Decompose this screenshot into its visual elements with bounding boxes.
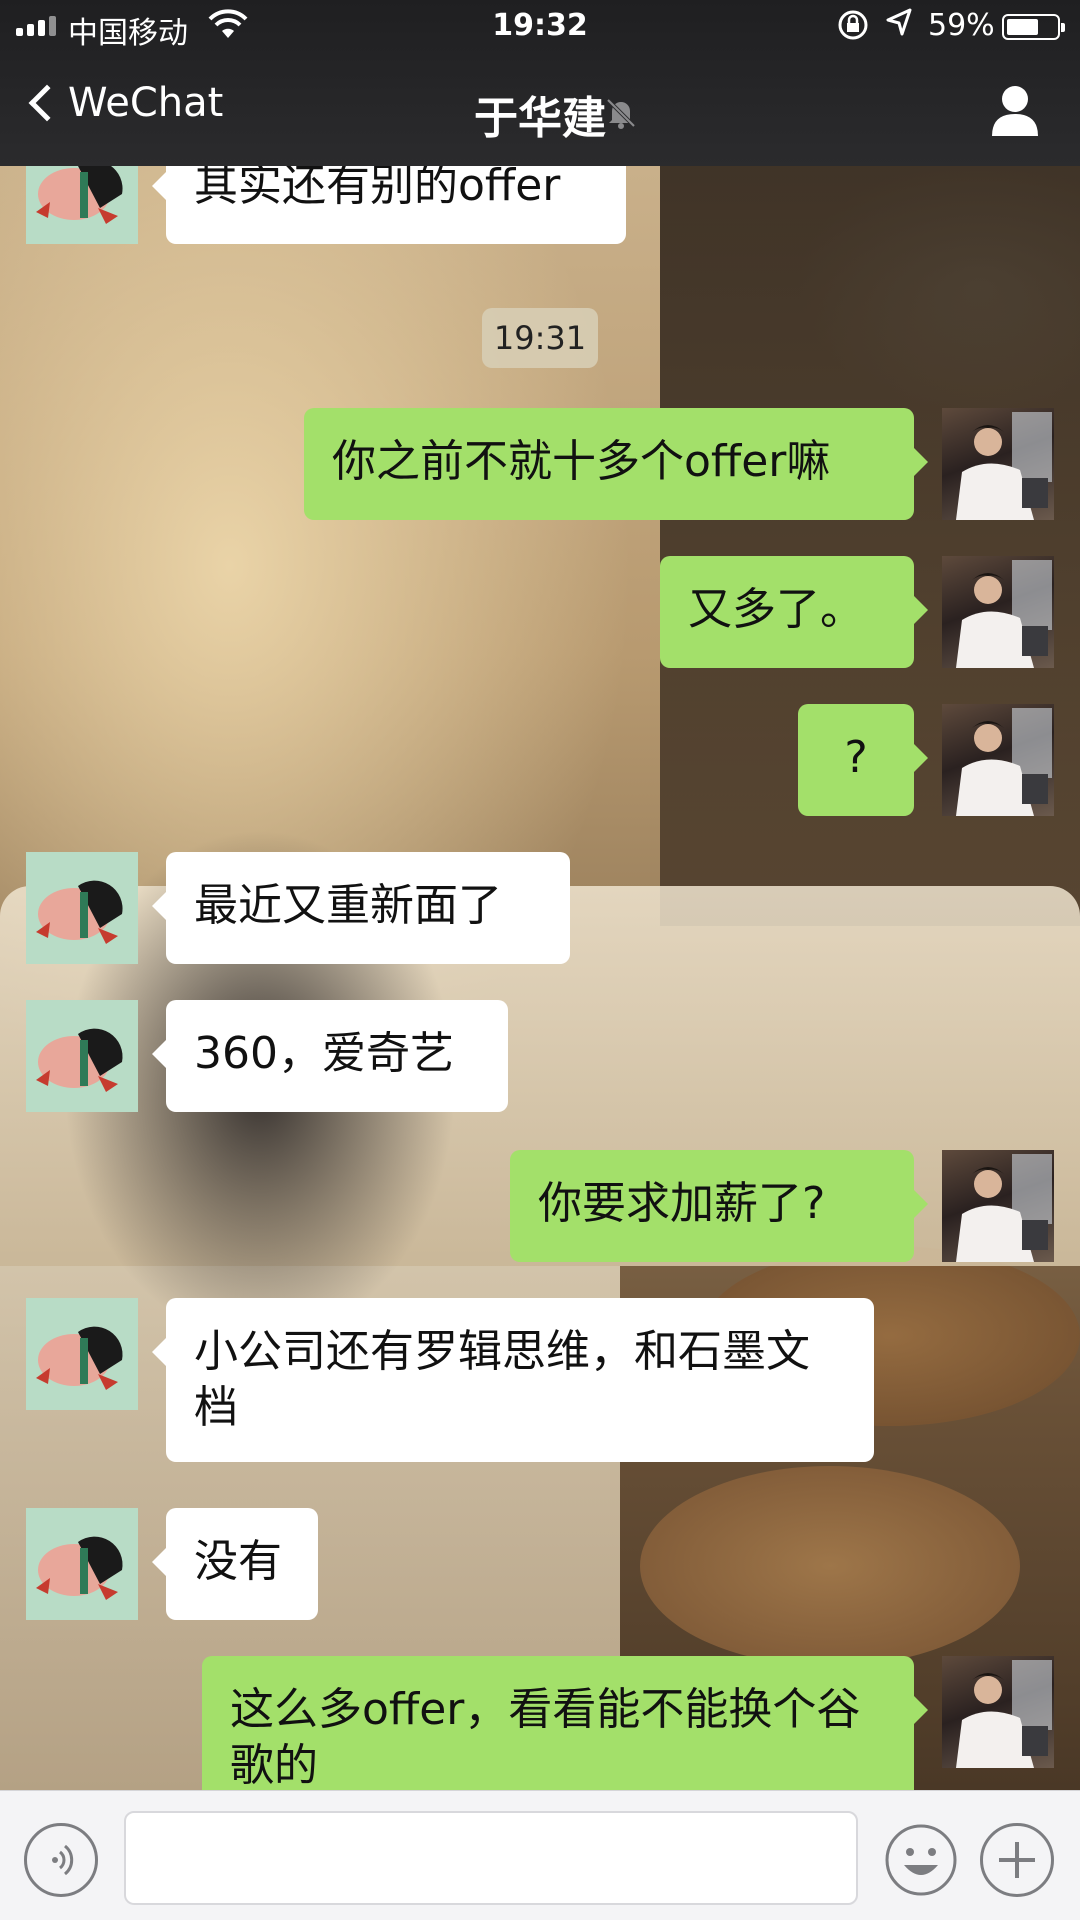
background-photo-stool xyxy=(640,1466,1020,1666)
top-bar: 中国移动 19:32 59% WeChat 于华建 xyxy=(0,0,1080,166)
message-bubble-outgoing[interactable]: 你之前不就十多个offer嘛 xyxy=(304,408,928,520)
location-icon xyxy=(886,8,912,36)
message-input[interactable] xyxy=(124,1811,858,1905)
photo-avatar-icon xyxy=(956,1660,1052,1768)
contact-avatar[interactable] xyxy=(26,166,138,244)
message-bubble-incoming[interactable]: 小公司还有罗辑思维，和石墨文档 xyxy=(152,1298,874,1462)
status-bar: 中国移动 19:32 59% xyxy=(0,0,1080,54)
message-bubble-outgoing[interactable]: 又多了。 xyxy=(660,556,928,668)
astro-boy-avatar-icon xyxy=(36,1536,123,1600)
message-bubble-outgoing[interactable]: ? xyxy=(798,704,928,816)
message-bubble-incoming[interactable]: 最近又重新面了 xyxy=(152,852,570,964)
chat-title: 于华建 xyxy=(474,93,606,144)
astro-boy-avatar-icon xyxy=(36,1326,123,1390)
my-avatar[interactable] xyxy=(942,704,1054,816)
nav-bar: WeChat 于华建 xyxy=(0,54,1080,166)
contact-avatar[interactable] xyxy=(26,1000,138,1112)
contact-avatar[interactable] xyxy=(26,1298,138,1410)
voice-input-button[interactable] xyxy=(24,1823,98,1897)
photo-avatar-icon xyxy=(956,560,1052,668)
photo-avatar-icon xyxy=(956,412,1052,520)
my-avatar[interactable] xyxy=(942,556,1054,668)
astro-boy-avatar-icon xyxy=(36,166,123,224)
my-avatar[interactable] xyxy=(942,1150,1054,1262)
astro-boy-avatar-icon xyxy=(36,1028,123,1092)
mute-bell-icon xyxy=(606,98,636,129)
message-bubble-incoming[interactable]: 没有 xyxy=(152,1508,318,1620)
message-bubble-incoming[interactable]: 其实还有别的offer xyxy=(152,166,626,244)
message-bubble-incoming[interactable]: 360，爱奇艺 xyxy=(152,1000,508,1112)
astro-boy-avatar-icon xyxy=(36,880,123,944)
more-options-button[interactable] xyxy=(980,1823,1054,1897)
rotation-lock-icon xyxy=(838,10,868,40)
plus-icon xyxy=(999,1842,1035,1878)
battery-percent: 59% xyxy=(928,8,995,43)
message-bubble-outgoing[interactable]: 你要求加薪了? xyxy=(510,1150,928,1262)
photo-avatar-icon xyxy=(956,1154,1052,1262)
input-bar xyxy=(0,1790,1080,1920)
emoji-button[interactable] xyxy=(884,1823,958,1897)
message-timestamp: 19:31 xyxy=(482,308,598,368)
battery-icon xyxy=(1002,14,1065,40)
contact-avatar[interactable] xyxy=(26,852,138,964)
contact-profile-icon[interactable] xyxy=(990,84,1040,136)
voice-icon xyxy=(52,1844,74,1876)
my-avatar[interactable] xyxy=(942,408,1054,520)
chat-area[interactable]: 其实还有别的offer 19:31 你之前不就十多个offer嘛 又多了。 ? … xyxy=(0,166,1080,1790)
status-time: 19:32 xyxy=(492,8,588,43)
contact-avatar[interactable] xyxy=(26,1508,138,1620)
photo-avatar-icon xyxy=(956,708,1052,816)
my-avatar[interactable] xyxy=(942,1656,1054,1768)
message-bubble-outgoing[interactable]: 这么多offer，看看能不能换个谷歌的 xyxy=(202,1656,928,1790)
